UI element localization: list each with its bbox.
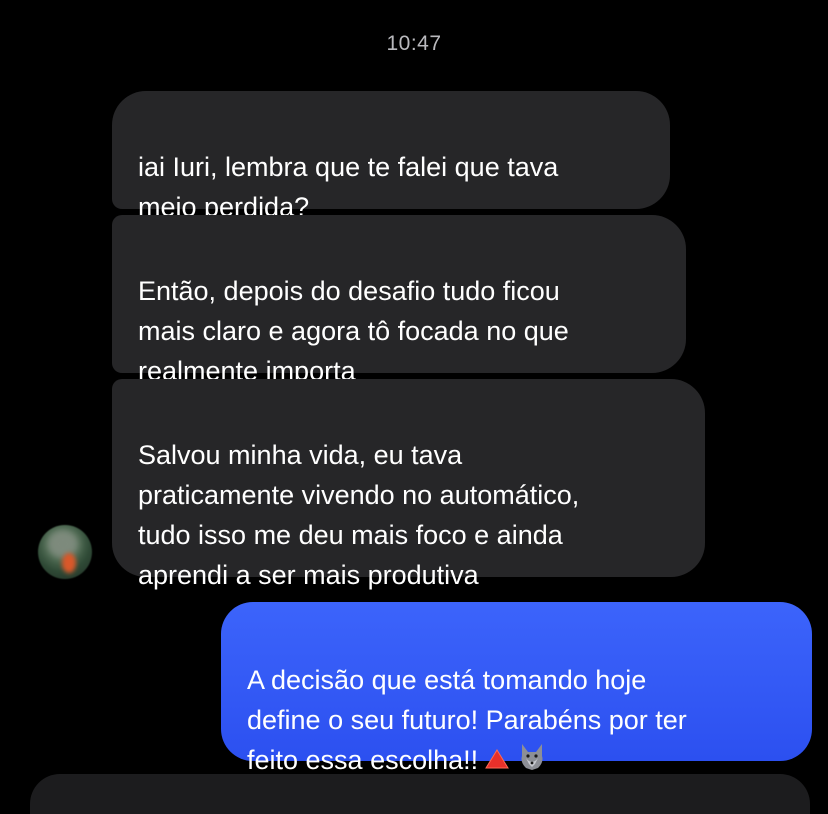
sender-avatar[interactable]	[38, 525, 92, 579]
next-message-bubble-edge	[30, 774, 810, 814]
outgoing-message-bubble[interactable]: A decisão que está tomando hoje define o…	[221, 602, 812, 775]
incoming-message-bubble[interactable]: Então, depois do desafio tudo ficou mais…	[112, 215, 686, 386]
incoming-message-bubble[interactable]: Salvou minha vida, eu tava praticamente …	[112, 379, 705, 590]
message-text: Então, depois do desafio tudo ficou mais…	[138, 276, 569, 386]
message-text: Salvou minha vida, eu tava praticamente …	[138, 440, 580, 590]
message-text: A decisão que está tomando hoje define o…	[247, 665, 687, 775]
message-text: iai Iuri, lembra que te falei que tava m…	[138, 152, 559, 222]
message-timestamp: 10:47	[386, 32, 442, 55]
incoming-message-bubble[interactable]: iai Iuri, lembra que te falei que tava m…	[112, 91, 670, 222]
